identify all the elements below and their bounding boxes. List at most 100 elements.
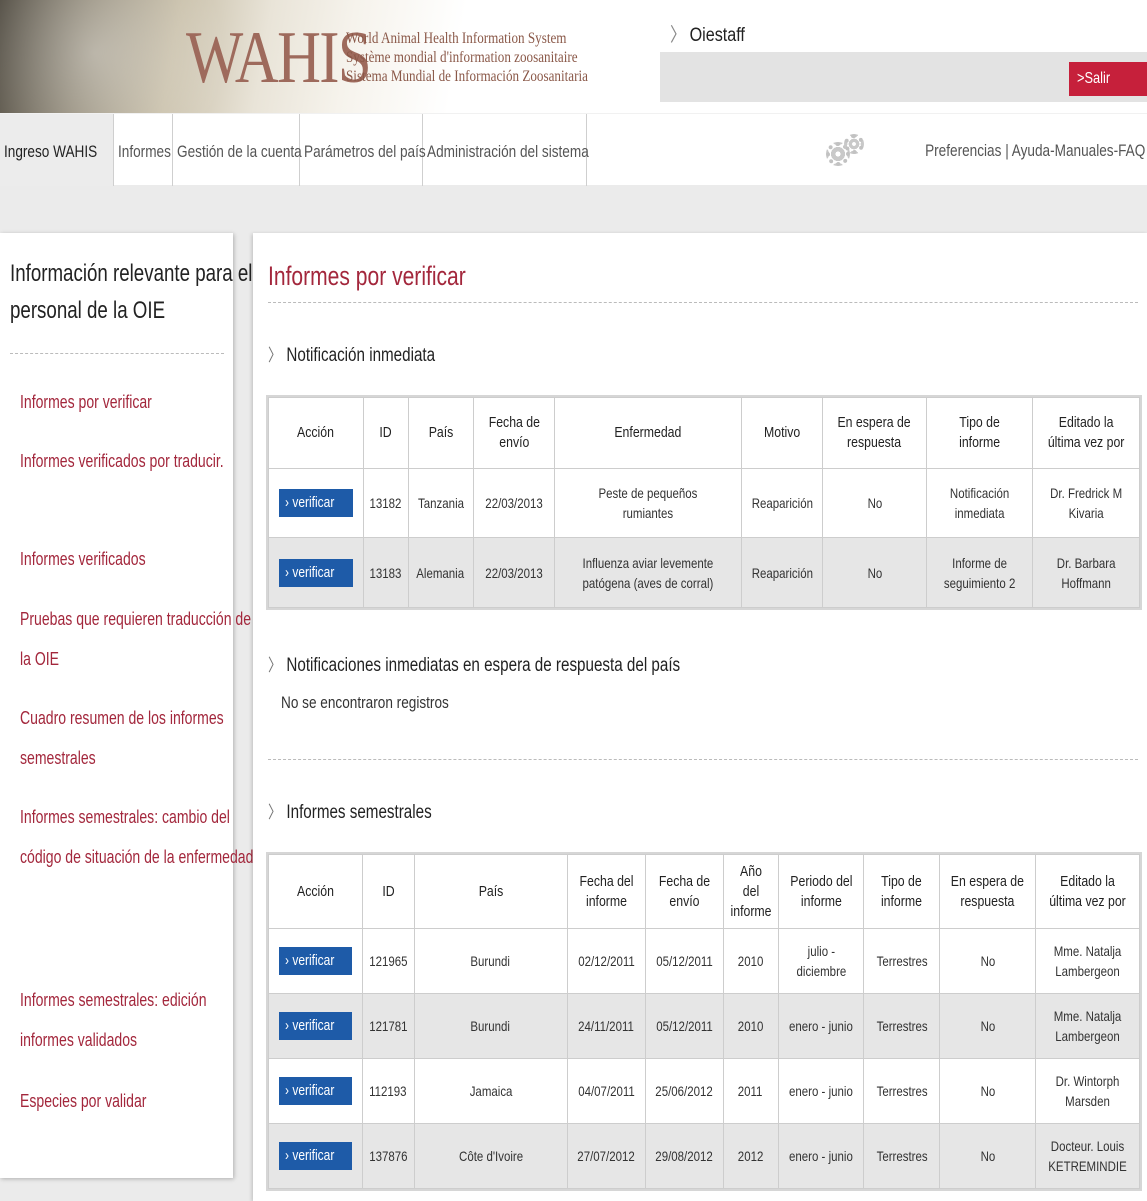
nav-utility-links: Preferencias | Ayuda-Manuales-FAQ bbox=[825, 134, 1145, 168]
empty-message: No se encontraron registros bbox=[281, 693, 449, 712]
immediate-notification-table: Acción ID País Fecha de envío Enfermedad… bbox=[268, 397, 1141, 608]
verify-button[interactable]: › verificar bbox=[279, 558, 353, 587]
tab-gestion-cuenta[interactable]: Gestión de la cuenta bbox=[173, 114, 302, 186]
cell-type: Terrestres bbox=[863, 1123, 941, 1189]
tab-label: Informes bbox=[118, 142, 171, 161]
verify-button[interactable]: › verificar bbox=[278, 1077, 353, 1105]
cell-country: Jamaica bbox=[413, 1058, 568, 1124]
preferences-link[interactable]: Preferencias bbox=[925, 141, 1001, 160]
column-header: Tipo de informe bbox=[925, 397, 1033, 469]
verify-button[interactable]: › verificar bbox=[278, 1142, 353, 1170]
verify-button[interactable]: › verificar bbox=[278, 1012, 353, 1040]
section-title-en-espera: 〉 Notificaciones inmediatas en espera de … bbox=[268, 651, 680, 677]
tab-parametros-pais[interactable]: Parámetros del país bbox=[300, 114, 426, 186]
table-row: › verificar 13182 Tanzania 22/03/2013 Pe… bbox=[268, 468, 1141, 538]
cell-date: 22/03/2013 bbox=[472, 537, 556, 608]
tagline-spanish: Sistema Mundial de Información Zoosanita… bbox=[346, 68, 588, 85]
tab-ingreso-wahis[interactable]: Ingreso WAHIS bbox=[0, 114, 114, 186]
sidebar-item-informes-verificados[interactable]: Informes verificados bbox=[20, 539, 254, 579]
cell-period: enero - junio bbox=[777, 993, 865, 1059]
cell-waiting: No bbox=[939, 993, 1036, 1059]
page-title: Informes por verificar bbox=[268, 261, 466, 291]
nav-links: Preferencias | Ayuda-Manuales-FAQ bbox=[925, 141, 1145, 161]
cell-year: 2012 bbox=[722, 1123, 779, 1189]
wahis-logo[interactable]: WAHIS bbox=[186, 18, 372, 98]
wahis-banner: WAHIS World Animal Health Information Sy… bbox=[0, 0, 630, 113]
cell-type: Notificación inmediata bbox=[925, 468, 1033, 538]
sidebar-item-pruebas-traduccion[interactable]: Pruebas que requieren traducción de la O… bbox=[20, 599, 254, 679]
chevron-right-icon: 〉 bbox=[268, 656, 282, 675]
cell-type: Terrestres bbox=[863, 1058, 941, 1124]
chevron-right-icon: 〉 bbox=[670, 25, 687, 46]
cell-editor: Mme. Natalja Lambergeon bbox=[1035, 993, 1140, 1059]
tab-administracion-sistema[interactable]: Administración del sistema bbox=[423, 114, 589, 186]
cell-year: 2011 bbox=[722, 1058, 779, 1124]
column-header: Enfermedad bbox=[554, 397, 743, 469]
user-bar: >Salir bbox=[660, 52, 1147, 102]
cell-date: 22/03/2013 bbox=[472, 468, 556, 538]
column-header: ID bbox=[362, 397, 409, 469]
cell-year: 2010 bbox=[722, 993, 779, 1059]
column-header: País bbox=[407, 397, 474, 469]
column-header: Acción bbox=[268, 397, 364, 469]
cell-waiting: No bbox=[822, 537, 927, 608]
user-panel: 〉 Oiestaff >Salir bbox=[660, 12, 1147, 102]
cell-reason: Reaparición bbox=[741, 468, 824, 538]
table-row: › verificar 137876 Côte d'Ivoire 27/07/2… bbox=[268, 1123, 1140, 1189]
user-name-text: Oiestaff bbox=[689, 25, 745, 46]
section-title-text: Notificaciones inmediatas en espera de r… bbox=[286, 655, 681, 676]
cell-id: 121781 bbox=[361, 993, 415, 1059]
cell-period: enero - junio bbox=[777, 1123, 865, 1189]
column-header: Periodo del informe bbox=[777, 854, 865, 929]
sidebar-title: Información relevante para el personal d… bbox=[10, 260, 253, 324]
cell-id: 137876 bbox=[361, 1123, 415, 1189]
cell-id: 121965 bbox=[361, 928, 415, 994]
table-row: › verificar 121965 Burundi 02/12/2011 05… bbox=[268, 928, 1140, 994]
tab-label: Administración del sistema bbox=[427, 142, 589, 161]
column-header: ID bbox=[361, 854, 415, 929]
semester-reports-table: Acción ID País Fecha del informe Fecha d… bbox=[268, 854, 1140, 1189]
cell-sent-date: 25/06/2012 bbox=[644, 1058, 724, 1124]
sidebar-item-especies-por-validar[interactable]: Especies por validar bbox=[20, 1081, 254, 1121]
tab-label: Parámetros del país bbox=[304, 142, 426, 161]
cell-country: Burundi bbox=[413, 928, 568, 994]
sidebar-item-cuadro-resumen[interactable]: Cuadro resumen de los informes semestral… bbox=[20, 698, 254, 778]
tagline-english: World Animal Health Information System bbox=[346, 30, 567, 47]
main-nav: Ingreso WAHIS Informes Gestión de la cue… bbox=[0, 113, 1147, 186]
verify-button[interactable]: › verificar bbox=[278, 947, 353, 975]
cell-editor: Docteur. Louis KETREMINDIE bbox=[1035, 1123, 1140, 1189]
verify-button[interactable]: › verificar bbox=[279, 489, 353, 517]
sidebar-item-edicion-validados[interactable]: Informes semestrales: edición informes v… bbox=[20, 980, 254, 1060]
cell-report-date: 04/07/2011 bbox=[566, 1058, 646, 1124]
column-header: Editado la última vez por bbox=[1035, 854, 1140, 929]
cell-waiting: No bbox=[822, 468, 927, 538]
cell-id: 13182 bbox=[362, 468, 409, 538]
logout-button[interactable]: >Salir bbox=[1069, 62, 1147, 96]
cell-country: Alemania bbox=[407, 537, 474, 608]
cell-editor: Dr. Wintorph Marsden bbox=[1035, 1058, 1140, 1124]
table-header-row: Acción ID País Fecha de envío Enfermedad… bbox=[268, 397, 1141, 469]
cell-country: Côte d'Ivoire bbox=[413, 1123, 568, 1189]
gears-icon bbox=[825, 134, 866, 168]
cell-waiting: No bbox=[939, 1123, 1036, 1189]
cell-type: Terrestres bbox=[863, 928, 941, 994]
user-name: 〉 Oiestaff bbox=[670, 20, 745, 47]
cell-type: Informe de seguimiento 2 bbox=[925, 537, 1033, 608]
sidebar-item-verificados-por-traducir[interactable]: Informes verificados por traducir. bbox=[20, 441, 254, 481]
section-divider bbox=[268, 759, 1138, 760]
sidebar-item-informes-por-verificar[interactable]: Informes por verificar bbox=[20, 382, 254, 422]
cell-report-date: 24/11/2011 bbox=[566, 993, 646, 1059]
sidebar-item-cambio-codigo[interactable]: Informes semestrales: cambio del código … bbox=[20, 797, 254, 877]
cell-type: Terrestres bbox=[863, 993, 941, 1059]
tab-informes[interactable]: Informes bbox=[114, 114, 173, 186]
column-header: Motivo bbox=[741, 397, 824, 469]
cell-disease: Peste de pequeños rumiantes bbox=[554, 468, 743, 538]
cell-report-date: 27/07/2012 bbox=[566, 1123, 646, 1189]
section-title-text: Informes semestrales bbox=[286, 802, 432, 823]
help-link[interactable]: Ayuda-Manuales-FAQ bbox=[1011, 141, 1145, 160]
cell-sent-date: 29/08/2012 bbox=[644, 1123, 724, 1189]
tagline-french: Système mondial d'information zoosanitai… bbox=[346, 49, 578, 66]
table-header-row: Acción ID País Fecha del informe Fecha d… bbox=[268, 854, 1140, 929]
logout-label: >Salir bbox=[1077, 70, 1111, 87]
section-title-notificacion-inmediata: 〉 Notificación inmediata bbox=[268, 341, 435, 367]
